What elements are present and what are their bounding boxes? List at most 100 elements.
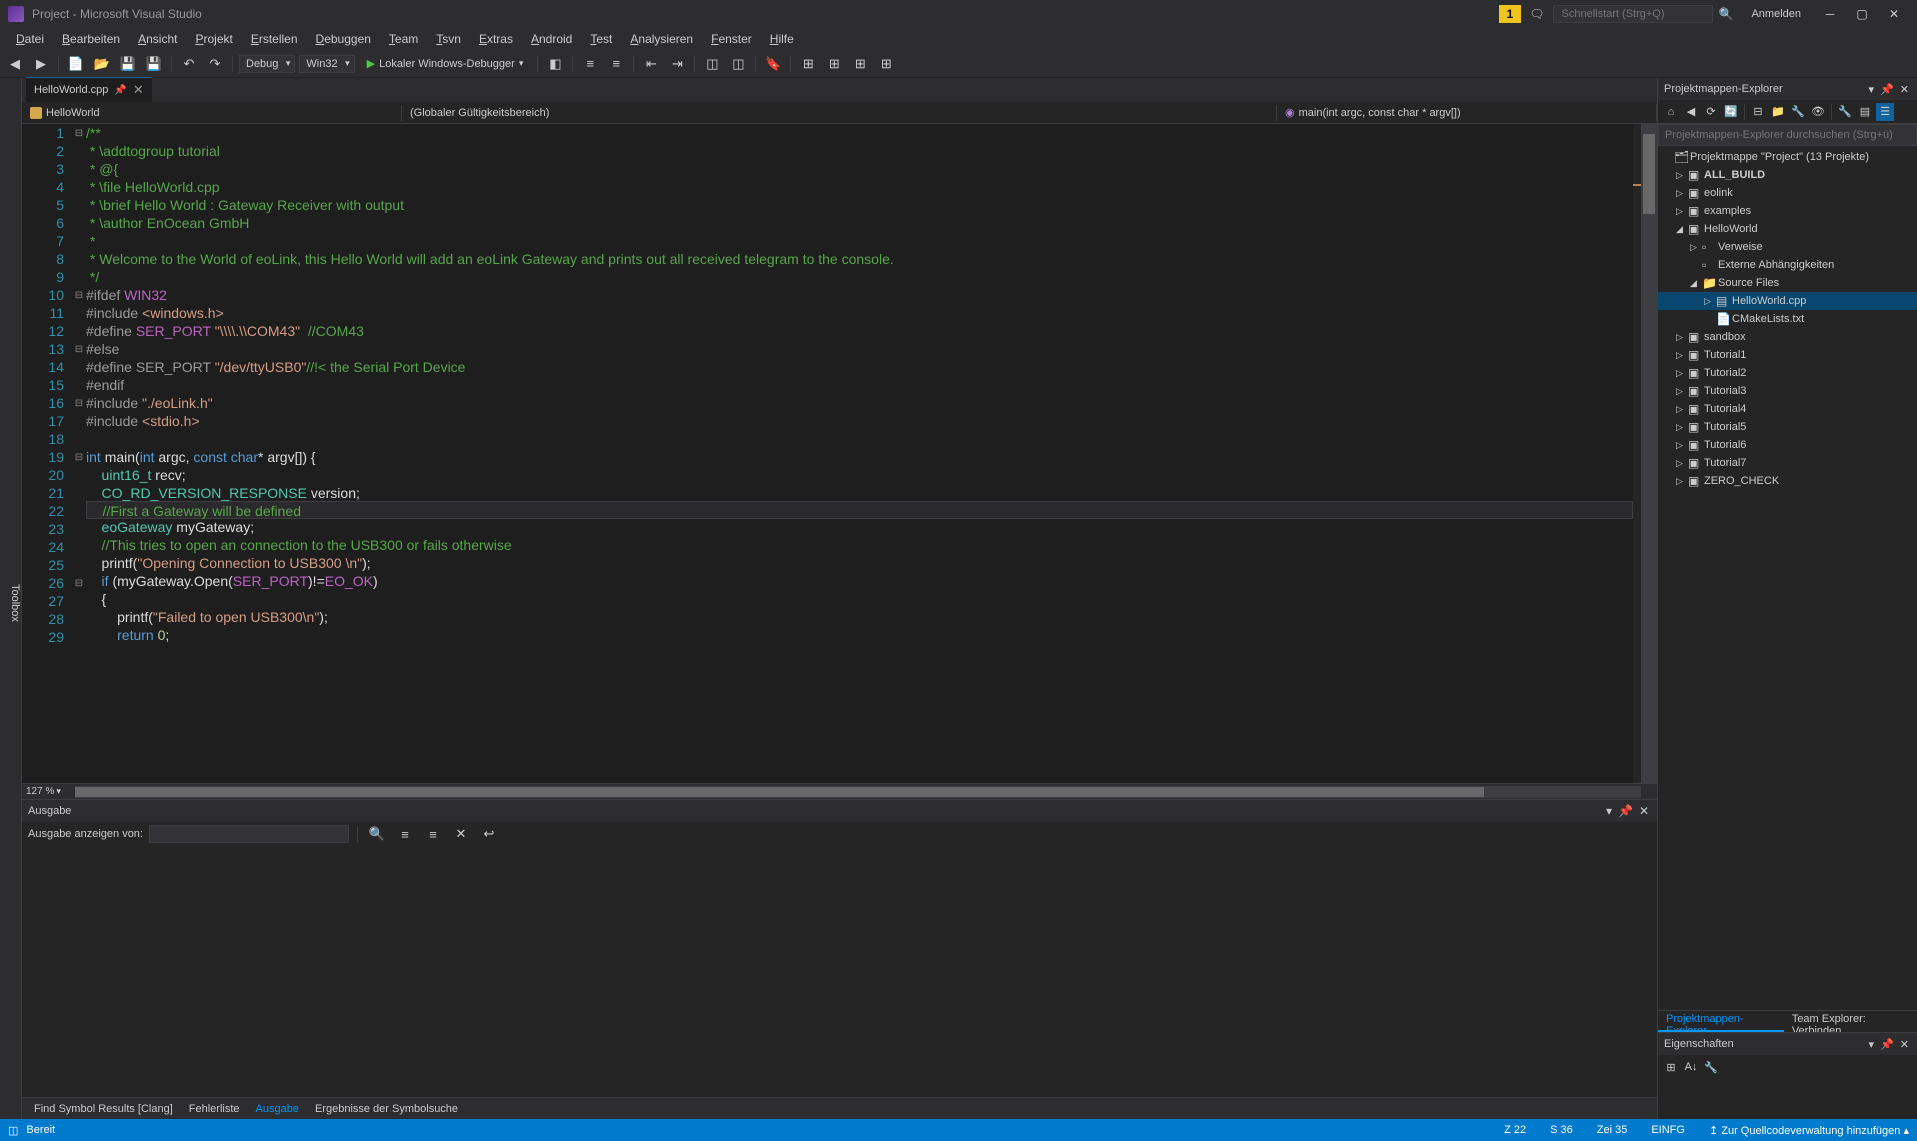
source-control-link[interactable]: ↥ Zur Quellcodeverwaltung hinzufügen ▴ [1709,1124,1909,1137]
menu-team[interactable]: Team [381,30,426,48]
code-line[interactable]: * Welcome to the World of eoLink, this H… [86,250,1633,268]
uncomment-icon[interactable]: ◫ [727,53,749,75]
panel-dropdown-icon[interactable]: ▾ [1604,804,1614,818]
menu-ansicht[interactable]: Ansicht [130,30,185,48]
code-line[interactable] [86,430,1633,448]
menu-extras[interactable]: Extras [471,30,521,48]
save-all-icon[interactable]: 💾 [143,53,165,75]
tree-node-tutorial1[interactable]: ▷▣Tutorial1 [1658,346,1917,364]
tree-node-eolink[interactable]: ▷▣eolink [1658,184,1917,202]
menu-analysieren[interactable]: Analysieren [622,30,701,48]
close-button[interactable]: ✕ [1879,4,1909,24]
tree-node-all_build[interactable]: ▷▣ALL_BUILD [1658,166,1917,184]
login-link[interactable]: Anmelden [1739,8,1813,20]
prop-wrench-icon[interactable]: 🔧 [1702,1058,1720,1076]
properties-grid[interactable] [1658,1079,1917,1119]
vertical-scrollbar[interactable] [1641,124,1657,783]
bottom-tab-3[interactable]: Ergebnisse der Symbolsuche [307,1101,466,1117]
indent-icon[interactable]: ⇥ [666,53,688,75]
tree-node-verweise[interactable]: ▷▫Verweise [1658,238,1917,256]
tree-node-tutorial7[interactable]: ▷▣Tutorial7 [1658,454,1917,472]
tb-icon-d[interactable]: ⊞ [875,53,897,75]
code-line[interactable]: if (myGateway.Open(SER_PORT)!=EO_OK) [86,572,1633,590]
code-line[interactable]: //First a Gateway will be defined [86,501,1633,519]
sln-more-icon[interactable]: ☰ [1876,103,1894,121]
code-line[interactable]: */ [86,268,1633,286]
code-line[interactable]: uint16_t recv; [86,466,1633,484]
tree-node-helloworld[interactable]: ◢▣HelloWorld [1658,220,1917,238]
tb-icon-1[interactable]: ◧ [544,53,566,75]
nav-function-dropdown[interactable]: ◉ main(int argc, const char * argv[]) [1277,104,1657,121]
pin-icon[interactable]: 📌 [114,85,126,96]
code-line[interactable]: * \addtogroup tutorial [86,142,1633,160]
tree-node-source-files[interactable]: ◢📁Source Files [1658,274,1917,292]
sln-showall-icon[interactable]: 📁 [1769,103,1787,121]
minimize-button[interactable]: ─ [1815,4,1845,24]
start-debug-button[interactable]: ▶ Lokaler Windows-Debugger ▾ [359,55,532,72]
tb-icon-2[interactable]: ≡ [579,53,601,75]
overview-ruler[interactable] [1633,124,1641,783]
output-text-area[interactable] [22,846,1657,1097]
code-editor[interactable]: 1234567891011121314151617181920212223242… [22,124,1657,783]
panel-dropdown-icon[interactable]: ▾ [1867,83,1877,96]
solution-tree[interactable]: 🗂Projektmappe "Project" (13 Projekte)▷▣A… [1658,146,1917,1010]
output-clear-icon[interactable]: ✕ [450,823,472,845]
tb-icon-3[interactable]: ≡ [605,53,627,75]
code-line[interactable]: eoGateway myGateway; [86,518,1633,536]
menu-hilfe[interactable]: Hilfe [762,30,802,48]
code-line[interactable]: printf("Failed to open USB300\n"); [86,608,1633,626]
feedback-icon[interactable]: 🗨 [1523,5,1550,23]
zoom-level[interactable]: 127 % [26,786,54,797]
bottom-tab-0[interactable]: Find Symbol Results [Clang] [26,1101,181,1117]
horizontal-scrollbar[interactable] [75,786,1641,798]
sln-preview-icon[interactable]: 👁 [1809,103,1827,121]
search-icon[interactable]: 🔍 [1715,7,1738,21]
open-file-icon[interactable]: 📂 [91,53,113,75]
scrollbar-thumb[interactable] [1643,134,1655,214]
notification-badge[interactable]: 1 [1499,5,1522,23]
sln-back-icon[interactable]: ◀ [1682,103,1700,121]
code-line[interactable]: printf("Opening Connection to USB300 \n"… [86,554,1633,572]
maximize-button[interactable]: ▢ [1847,4,1877,24]
sln-wrench-icon[interactable]: 🔧 [1836,103,1854,121]
scrollbar-thumb-h[interactable] [75,787,1484,797]
code-line[interactable]: CO_RD_VERSION_RESPONSE version; [86,484,1633,502]
panel-pin-icon[interactable]: 📌 [1878,1038,1896,1051]
menu-android[interactable]: Android [523,30,580,48]
config-dropdown[interactable]: Debug [239,55,295,73]
nav-fwd-icon[interactable]: ▶ [30,53,52,75]
tb-icon-b[interactable]: ⊞ [823,53,845,75]
tb-icon-c[interactable]: ⊞ [849,53,871,75]
sln-sync-icon[interactable]: ⟳ [1702,103,1720,121]
code-line[interactable]: #endif [86,376,1633,394]
tree-node-sandbox[interactable]: ▷▣sandbox [1658,328,1917,346]
save-icon[interactable]: 💾 [117,53,139,75]
nav-scope-dropdown[interactable]: (Globaler Gültigkeitsbereich) [402,105,1277,121]
panel-close-icon[interactable]: ✕ [1637,804,1651,818]
code-line[interactable]: * \brief Hello World : Gateway Receiver … [86,196,1633,214]
fold-toggle[interactable]: ⊟ [72,124,86,142]
solution-search-input[interactable] [1658,124,1917,146]
sln-filter-icon[interactable]: ▤ [1856,103,1874,121]
code-line[interactable]: #include <windows.h> [86,304,1633,322]
bottom-tab-1[interactable]: Fehlerliste [181,1101,248,1117]
code-line[interactable]: //This tries to open an connection to th… [86,536,1633,554]
output-next-icon[interactable]: ≡ [422,823,444,845]
nav-project-dropdown[interactable]: HelloWorld [22,105,402,121]
menu-test[interactable]: Test [582,30,620,48]
sln-refresh-icon[interactable]: 🔄 [1722,103,1740,121]
fold-toggle[interactable]: ⊟ [72,286,86,304]
code-line[interactable]: #include <stdio.h> [86,412,1633,430]
redo-icon[interactable]: ↷ [204,53,226,75]
panel-tab-1[interactable]: Team Explorer: Verbinden [1784,1011,1917,1032]
code-line[interactable]: { [86,590,1633,608]
output-source-dropdown[interactable] [149,825,349,843]
bottom-tab-2[interactable]: Ausgabe [248,1101,307,1117]
file-tab-helloworld[interactable]: HelloWorld.cpp 📌 ✕ [26,77,152,102]
tab-close-icon[interactable]: ✕ [133,82,144,98]
tree-node-tutorial3[interactable]: ▷▣Tutorial3 [1658,382,1917,400]
tree-node-tutorial4[interactable]: ▷▣Tutorial4 [1658,400,1917,418]
toolbox-sidebar-tab[interactable]: Toolbox [0,78,22,1119]
code-line[interactable]: * @{ [86,160,1633,178]
fold-toggle[interactable]: ⊟ [72,448,86,466]
